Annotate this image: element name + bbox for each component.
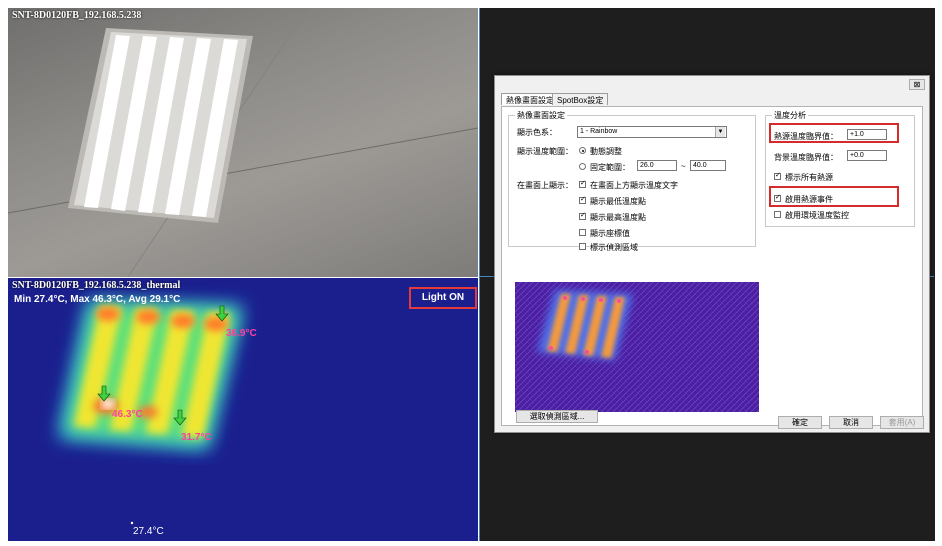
thermal-camera-view[interactable]: SNT-8D0120FB_192.168.5.238_thermal Min 2… [8, 278, 478, 541]
ok-button[interactable]: 確定 [778, 416, 822, 429]
apply-button[interactable]: 套用(A) [880, 416, 924, 429]
chevron-down-icon: ▼ [715, 127, 725, 137]
preview-heatmap-image [515, 282, 759, 412]
enable-env-monitor-checkbox[interactable] [774, 211, 781, 218]
close-button[interactable]: ⊠ [909, 79, 925, 90]
min-temp-label: 27.4°C [133, 526, 164, 537]
spot-temp-label: 31.7°C [181, 432, 212, 443]
ceiling-light-image [8, 8, 478, 277]
visible-camera-view[interactable]: SNT-8D0120FB_192.168.5.238 [8, 8, 478, 277]
cancel-button[interactable]: 取消 [829, 416, 873, 429]
show-temp-text-label: 在畫面上方顯示溫度文字 [590, 181, 678, 190]
highlight-box [769, 123, 899, 143]
hot-spot-label: 46.3°C [112, 409, 143, 420]
show-max-point-checkbox[interactable] [579, 211, 586, 220]
group-title: 熱像畫面設定 [515, 110, 567, 121]
show-coords-checkbox[interactable] [579, 229, 586, 236]
camera-title: SNT-8D0120FB_192.168.5.238 [12, 10, 142, 21]
fixed-range-label: 固定範圍： [590, 163, 630, 172]
thermal-preview[interactable] [515, 282, 759, 412]
fixed-range-radio[interactable] [579, 163, 586, 170]
onscreen-label: 在畫面上顯示： [517, 181, 573, 190]
temperature-stats: Min 27.4°C, Max 46.3°C, Avg 29.1°C [14, 294, 181, 305]
range-tilde: ~ [681, 162, 686, 171]
light-status-label: Light ON [409, 287, 477, 309]
show-coords-label: 顯示座標值 [590, 229, 630, 238]
select-area-button[interactable]: 選取偵測區域... [516, 410, 598, 423]
mark-all-sources-checkbox[interactable] [774, 171, 781, 180]
show-max-point-label: 顯示最高溫度點 [590, 213, 646, 222]
range-min-input[interactable]: 26.0 [637, 160, 677, 171]
mark-all-sources-label: 標示所有熱源 [785, 173, 833, 182]
thermal-settings-dialog: ⊠ 熱像畫面設定 SpotBox設定 熱像畫面設定 顯示色系： 1 - Rain… [494, 75, 930, 433]
bg-threshold-input[interactable]: +0.0 [847, 150, 887, 161]
range-max-input[interactable]: 40.0 [690, 160, 726, 171]
display-settings-group: 熱像畫面設定 顯示色系： 1 - Rainbow ▼ 顯示溫度範圍： 動態調整 … [508, 110, 756, 252]
mark-area-checkbox[interactable] [579, 243, 586, 250]
palette-select[interactable]: 1 - Rainbow ▼ [577, 126, 727, 138]
enable-env-monitor-label: 啟用環境溫度監控 [785, 211, 849, 220]
range-label: 顯示溫度範圍： [517, 147, 573, 156]
thermal-camera-title: SNT-8D0120FB_192.168.5.238_thermal [12, 280, 181, 291]
thermal-heatmap-image [8, 278, 478, 541]
auto-range-label: 動態調整 [590, 147, 622, 156]
show-min-point-checkbox[interactable] [579, 195, 586, 204]
max-temp-label: 36.9°C [226, 328, 257, 339]
mark-area-label: 標示偵測區域 [590, 243, 638, 252]
auto-range-radio[interactable] [579, 147, 586, 154]
bg-threshold-label: 背景溫度臨界值： [774, 153, 838, 162]
palette-label: 顯示色系： [517, 128, 557, 137]
palette-value: 1 - Rainbow [580, 128, 618, 135]
show-min-point-label: 顯示最低溫度點 [590, 197, 646, 206]
show-temp-text-checkbox[interactable] [579, 179, 586, 188]
group-title: 溫度分析 [772, 110, 808, 121]
tab-thermal-display[interactable]: 熱像畫面設定 [501, 93, 559, 105]
tab-panel: 熱像畫面設定 顯示色系： 1 - Rainbow ▼ 顯示溫度範圍： 動態調整 … [501, 106, 923, 426]
tab-spotbox[interactable]: SpotBox設定 [552, 93, 609, 105]
highlight-box [769, 186, 899, 207]
